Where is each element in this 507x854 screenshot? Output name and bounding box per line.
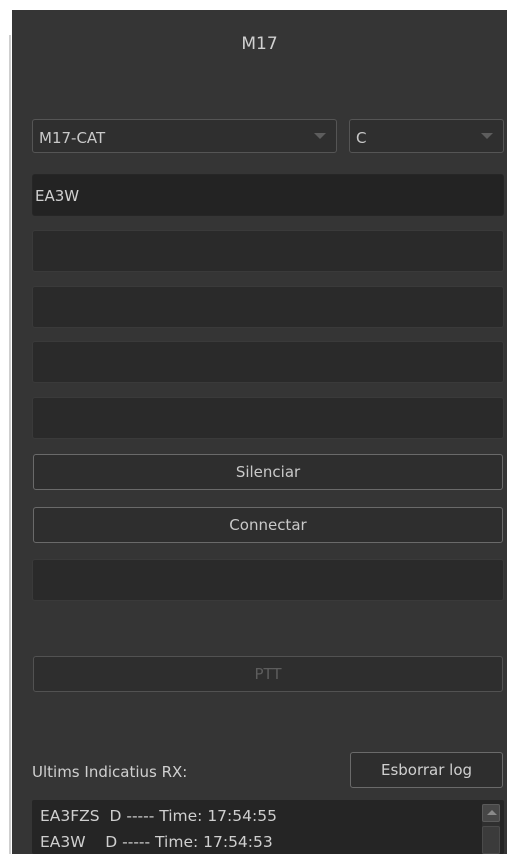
connect-button[interactable]: Connectar (33, 507, 503, 543)
list-item: EA3FZS D ----- Time: 17:54:55 (40, 807, 277, 825)
rx-callsigns-label: Ultims Indicatius RX: (32, 763, 188, 781)
list-item: EA3W D ----- Time: 17:54:53 (40, 833, 273, 851)
chevron-down-icon (314, 133, 326, 139)
callsign-field[interactable]: EA3W (32, 174, 504, 216)
text-field-3[interactable] (32, 286, 504, 328)
scroll-up-arrow-icon[interactable] (482, 804, 500, 822)
mute-button[interactable]: Silenciar (33, 454, 503, 490)
ptt-button[interactable]: PTT (33, 656, 503, 692)
module-select-value: C (356, 129, 367, 147)
splitter-line[interactable] (9, 35, 11, 854)
reflector-select-value: M17-CAT (39, 129, 106, 147)
rx-log-list[interactable]: EA3FZS D ----- Time: 17:54:55 EA3W D ---… (32, 800, 504, 854)
clear-log-button[interactable]: Esborrar log (350, 752, 503, 788)
reflector-select[interactable]: M17-CAT (32, 119, 337, 153)
scrollbar-track[interactable] (482, 826, 500, 854)
chevron-down-icon (481, 133, 493, 139)
vertical-scrollbar[interactable] (482, 804, 500, 854)
text-field-5[interactable] (32, 397, 504, 439)
module-select[interactable]: C (349, 119, 504, 153)
text-field-6[interactable] (32, 559, 504, 601)
page-title: M17 (241, 34, 278, 54)
app-window: M17 M17-CAT C EA3W Silenciar Connectar P… (0, 0, 507, 854)
text-field-4[interactable] (32, 341, 504, 383)
text-field-2[interactable] (32, 230, 504, 272)
